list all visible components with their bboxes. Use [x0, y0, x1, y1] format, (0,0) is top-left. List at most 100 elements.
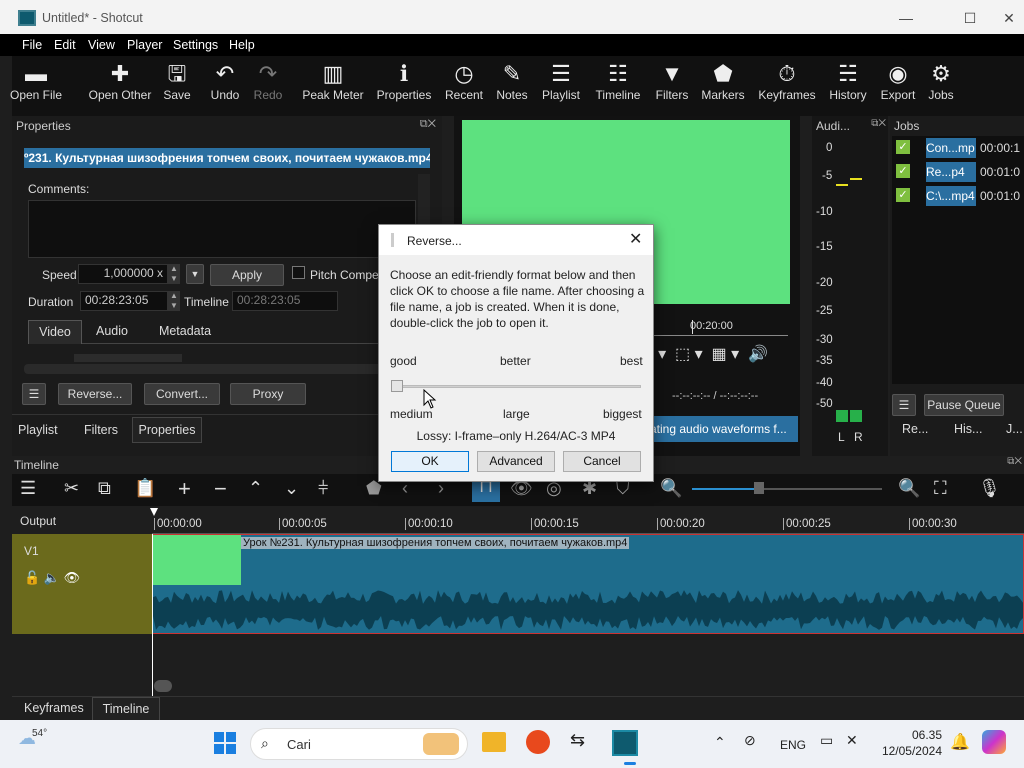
copy-icon[interactable]: ⧉: [98, 478, 111, 499]
copilot-icon[interactable]: [982, 730, 1006, 754]
taskbar-search[interactable]: ⌕ Cari: [250, 728, 468, 760]
dialog-close-icon[interactable]: ✕: [629, 229, 642, 249]
volume-icon[interactable]: 🔊: [748, 346, 768, 363]
menu-help[interactable]: Help: [229, 38, 255, 52]
timeline-clip[interactable]: Урок №231. Культурная шизофрения топчем …: [152, 534, 1024, 634]
tab-timeline[interactable]: Timeline: [92, 697, 160, 721]
switch-app-icon[interactable]: ⇆: [570, 730, 585, 751]
jobs-toolbar-button[interactable]: ⚙ Jobs: [901, 60, 981, 114]
tab-properties[interactable]: Properties: [132, 417, 202, 443]
overwrite-icon[interactable]: ⌄: [284, 478, 299, 499]
quality-slider[interactable]: [391, 385, 641, 388]
tab-filters[interactable]: Filters: [84, 423, 118, 437]
track-controls: 🔓 🔈 👁: [24, 570, 80, 586]
job-row[interactable]: ✓ Con...mp 00:00:1: [894, 138, 1022, 160]
convert-button[interactable]: Convert...: [144, 383, 220, 405]
speed-preset-dropdown[interactable]: ▼: [186, 264, 204, 284]
speed-spin-icon[interactable]: ▲ ▼: [168, 264, 180, 284]
timeline-ruler[interactable]: 00:00:00 00:00:05 00:00:10 00:00:15 00:0…: [152, 506, 1024, 534]
title-bar: Untitled* - Shotcut — ☐ ✕: [0, 0, 1024, 34]
job-row[interactable]: ✓ C:\...mp4 00:01:0: [894, 186, 1022, 208]
advanced-button[interactable]: Advanced: [477, 451, 555, 472]
timeline-panel: Timeline ⧉✕ ☰ ✂ ⧉ 📋 + − ⌃ ⌄ ⫩ ⬟ ‹ › ⊓ 👁 …: [12, 456, 1024, 721]
language-indicator[interactable]: ENG: [780, 738, 806, 752]
notification-bell-icon[interactable]: 🔔: [950, 732, 970, 752]
timeline-hscroll-handle[interactable]: [154, 680, 172, 692]
lift-icon[interactable]: ⌃: [248, 478, 263, 499]
toolbar-label: Markers: [701, 88, 745, 102]
properties-menu-icon[interactable]: ☰: [22, 383, 46, 405]
hide-icon[interactable]: 👁: [64, 570, 81, 585]
menu-edit[interactable]: Edit: [54, 38, 76, 52]
weather-temp: 54°: [32, 728, 48, 739]
mute-icon[interactable]: 🔈: [44, 570, 60, 585]
file-explorer-icon[interactable]: [482, 732, 506, 752]
minimize-button[interactable]: —: [886, 6, 926, 30]
tab-recent[interactable]: Re...: [902, 422, 928, 436]
duration-spin-icon[interactable]: ▲ ▼: [168, 291, 180, 311]
player-scrub-bar[interactable]: 00:20:00: [648, 306, 788, 336]
jobs-menu-icon[interactable]: ☰: [892, 394, 916, 416]
clock-date[interactable]: 12/05/2024: [878, 744, 942, 758]
timeline-menu-icon[interactable]: ☰: [20, 478, 36, 499]
meter-float-close-icons[interactable]: ⧉✕: [871, 118, 886, 129]
network-off-icon[interactable]: ⊘: [744, 732, 756, 749]
menu-player[interactable]: Player: [127, 38, 162, 52]
zoom-in-icon[interactable]: 🔍: [898, 478, 920, 499]
tab-video[interactable]: Video: [28, 320, 82, 344]
maximize-button[interactable]: ☐: [950, 6, 990, 30]
open-file-toolbar-button[interactable]: ▬ Open File: [0, 60, 76, 114]
clip-name-field[interactable]: º231. Культурная шизофрения топчем своих…: [24, 148, 430, 168]
tab-playlist[interactable]: Playlist: [18, 423, 58, 437]
display-icon[interactable]: ▭: [820, 732, 833, 749]
peak-meter-toolbar-button[interactable]: ▥ Peak Meter: [293, 60, 373, 114]
firefox-icon[interactable]: [526, 730, 550, 754]
split-icon[interactable]: ⫩: [318, 478, 328, 499]
remove-icon[interactable]: −: [214, 476, 227, 502]
tab-history[interactable]: His...: [954, 422, 982, 436]
menu-view[interactable]: View: [88, 38, 115, 52]
menu-file[interactable]: File: [22, 38, 42, 52]
speed-input[interactable]: 1,000000 x: [78, 264, 168, 284]
duration-input[interactable]: 00:28:23:05: [80, 291, 168, 311]
pitch-compensation-checkbox[interactable]: [292, 266, 305, 279]
tab-keyframes[interactable]: Keyframes: [24, 701, 84, 715]
zoom-fit-icon[interactable]: ⛶: [934, 478, 947, 499]
apply-button[interactable]: Apply: [210, 264, 284, 286]
timeline-float-close-icons[interactable]: ⧉✕: [1007, 456, 1022, 467]
clock-time[interactable]: 06.35: [878, 728, 942, 742]
peak-meter-icon: ▥: [322, 61, 344, 86]
channel-r-label: R: [854, 430, 863, 444]
ok-button[interactable]: OK: [391, 451, 469, 472]
tray-overflow-icon[interactable]: ⌃: [714, 734, 726, 751]
shotcut-taskbar-icon[interactable]: [612, 730, 638, 756]
playhead-marker[interactable]: [150, 508, 158, 516]
proxy-button[interactable]: Proxy: [230, 383, 306, 405]
lock-icon[interactable]: 🔓: [24, 570, 40, 585]
reverse-button[interactable]: Reverse...: [58, 383, 132, 405]
pause-queue-button[interactable]: Pause Queue: [924, 394, 1004, 416]
windows-start-icon[interactable]: [214, 732, 236, 754]
tab-metadata[interactable]: Metadata: [150, 320, 220, 342]
comments-field[interactable]: [28, 200, 416, 258]
track-name: V1: [24, 544, 39, 558]
cancel-button[interactable]: Cancel: [563, 451, 641, 472]
append-icon[interactable]: +: [178, 476, 191, 502]
quality-slider-handle[interactable]: [391, 380, 403, 392]
panel-float-close-icons[interactable]: ⧉✕: [420, 118, 436, 131]
playhead[interactable]: [152, 634, 153, 704]
volume-muted-icon[interactable]: ✕: [846, 732, 858, 749]
tab-audio[interactable]: Audio: [86, 320, 138, 342]
zoom-out-icon[interactable]: 🔍: [660, 478, 682, 499]
grid-icon[interactable]: ▦ ▾: [712, 346, 740, 363]
paste-icon[interactable]: 📋: [134, 478, 156, 499]
close-window-button[interactable]: ✕: [996, 6, 1022, 30]
cut-icon[interactable]: ✂: [64, 478, 79, 499]
zoom-slider-handle[interactable]: [754, 482, 764, 494]
menu-settings[interactable]: Settings: [173, 38, 218, 52]
record-audio-icon[interactable]: 🎙: [978, 478, 1001, 499]
job-row[interactable]: ✓ Re...p4 00:01:0: [894, 162, 1022, 184]
zoom-icon[interactable]: ⬚ ▾: [675, 346, 703, 363]
horizontal-scrollbar[interactable]: [24, 364, 420, 374]
tab-jobs[interactable]: J...: [1006, 422, 1023, 436]
